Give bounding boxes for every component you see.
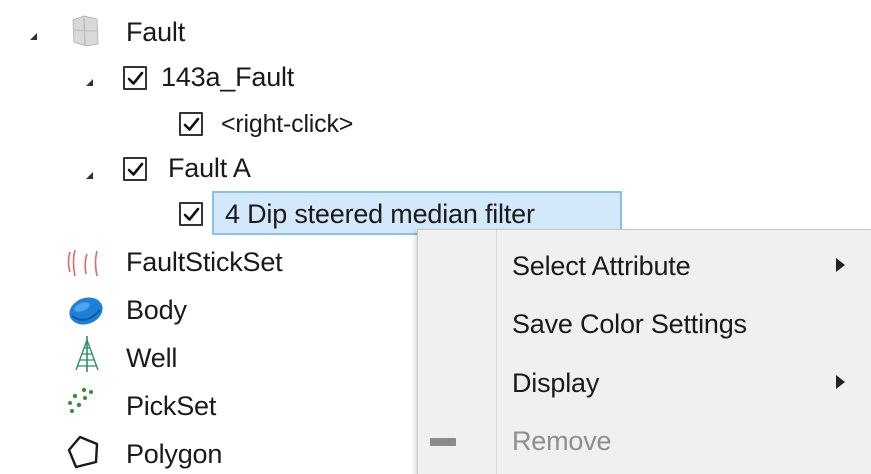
tree-item-fault-label[interactable]: Fault [126,16,185,48]
tree-item-dip-steered-median-filter-label[interactable]: 4 Dip steered median filter [225,198,535,230]
fault-stick-set-icon [64,248,104,285]
checkbox-143a-fault[interactable] [123,66,147,90]
checkbox-dip-steered-median-filter[interactable] [179,202,203,226]
expand-143a-fault-icon[interactable] [86,79,93,86]
object-tree-window: Fault 143a_Fault <right-click> Fault A 4… [0,0,871,474]
expand-fault-a-icon[interactable] [86,172,93,179]
menu-item-select-attribute-label: Select Attribute [512,251,691,281]
expand-fault-icon[interactable] [30,33,37,40]
tree-item-well-label[interactable]: Well [126,342,177,374]
tree-item-right-click-label[interactable]: <right-click> [221,108,353,140]
well-icon [70,334,104,379]
submenu-arrow-icon [836,375,845,389]
body-icon [66,294,106,333]
context-menu: Select Attribute Save Color Settings Dis… [417,229,871,474]
checkbox-fault-a[interactable] [123,157,147,181]
menu-item-display-label: Display [512,368,600,398]
tree-item-fault-a-label[interactable]: Fault A [168,152,251,184]
pickset-icon [66,386,98,421]
menu-item-remove[interactable]: Remove [418,412,871,470]
menu-item-remove-label: Remove [512,426,612,456]
fault-surface-icon [68,14,102,53]
menu-item-select-attribute[interactable]: Select Attribute [418,237,871,295]
remove-dash-icon [430,438,456,446]
submenu-arrow-icon [836,258,845,272]
menu-item-save-color-settings[interactable]: Save Color Settings [418,295,871,353]
checkbox-right-click[interactable] [179,112,203,136]
polygon-icon [66,434,102,474]
tree-item-faultstickset-label[interactable]: FaultStickSet [126,246,283,278]
menu-item-save-color-settings-label: Save Color Settings [512,309,747,339]
tree-item-polygon-label[interactable]: Polygon [126,438,222,470]
tree-item-body-label[interactable]: Body [126,294,187,326]
tree-item-pickset-label[interactable]: PickSet [126,390,216,422]
tree-item-143a-fault-label[interactable]: 143a_Fault [161,61,294,93]
menu-item-display[interactable]: Display [418,354,871,412]
